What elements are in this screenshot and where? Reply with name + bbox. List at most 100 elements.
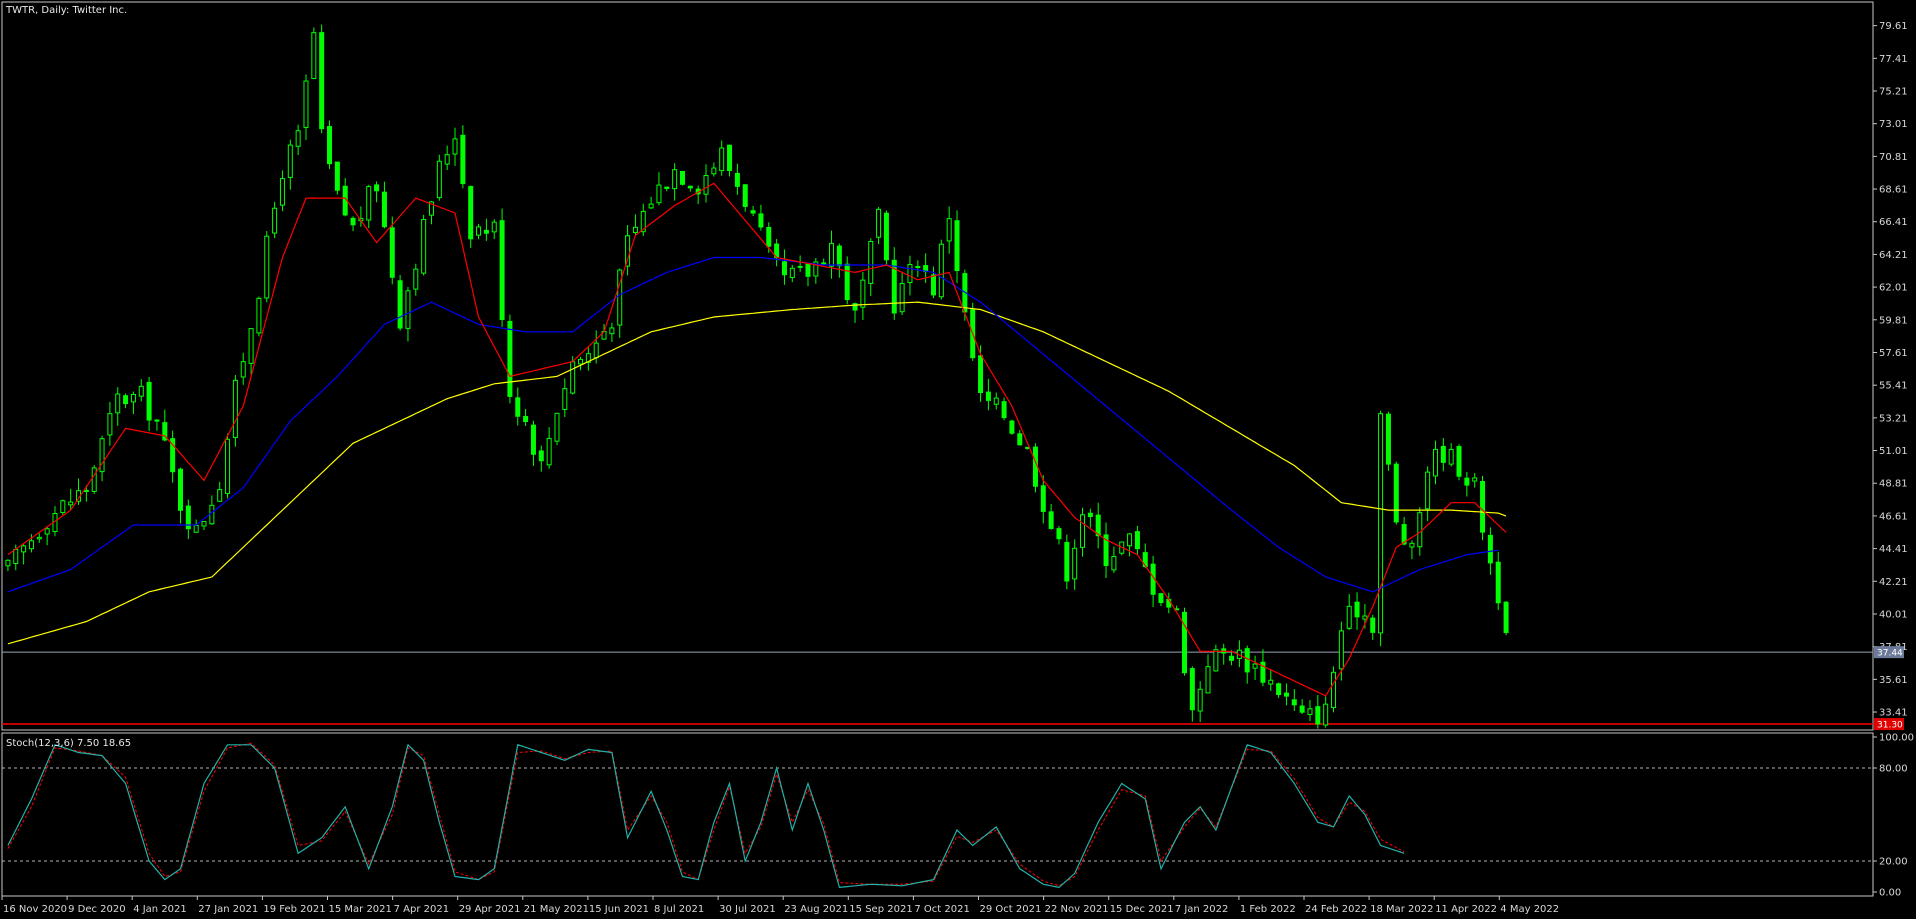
- price-chart[interactable]: 79.61 77.41 75.21 73.01 70.81 68.61 66.41 64.21…: [0, 0, 1916, 919]
- candle-body: [138, 385, 144, 397]
- candle-body: [876, 208, 882, 238]
- price-tick-label: 42.21: [1879, 577, 1908, 588]
- price-tick-label: 73.01: [1879, 119, 1908, 130]
- candle-body: [209, 504, 215, 525]
- candle-body: [193, 524, 199, 533]
- candle-body: [28, 540, 34, 550]
- candle-body: [1385, 413, 1391, 465]
- candle-body: [789, 267, 795, 279]
- candle-body: [679, 170, 685, 185]
- candle-body: [146, 381, 152, 421]
- date-tick-label: 4 May 2022: [1500, 904, 1559, 915]
- candle-body: [507, 320, 513, 397]
- candle-body: [240, 361, 246, 378]
- candle-body: [632, 226, 638, 234]
- candle-body: [672, 169, 678, 190]
- candle-body: [1448, 448, 1454, 465]
- candle-body: [1495, 561, 1501, 604]
- candle-body: [468, 186, 474, 240]
- candle-body: [687, 185, 693, 189]
- candle-body: [954, 220, 960, 272]
- date-tick-label: 7 Oct 2021: [914, 904, 969, 915]
- price-tick-label: 40.01: [1879, 609, 1908, 620]
- candle-body: [272, 207, 278, 234]
- candle-body: [1480, 481, 1486, 533]
- candle-body: [1205, 666, 1211, 694]
- candle-body: [766, 227, 772, 247]
- indicator-label: Stoch(12,3,6) 7.50 18.65: [6, 738, 131, 749]
- candle-body: [264, 235, 270, 299]
- candle-body: [1331, 671, 1337, 709]
- candle-body: [1040, 485, 1046, 512]
- candle-body: [656, 184, 662, 204]
- price-tick-label: 77.41: [1879, 54, 1908, 65]
- candle-body: [1378, 413, 1384, 634]
- candle-body: [1283, 692, 1289, 697]
- chart-background: [0, 0, 1916, 919]
- candle-body: [1158, 593, 1164, 604]
- candle-body: [83, 489, 89, 492]
- candle-body: [985, 391, 991, 401]
- date-tick-label: 15 Mar 2021: [329, 904, 392, 915]
- price-tick-label: 66.41: [1879, 217, 1908, 228]
- date-tick-label: 4 Jan 2021: [133, 904, 187, 915]
- low-level-tag: 31.30: [1877, 721, 1903, 731]
- candle-body: [1111, 556, 1117, 571]
- candle-body: [1064, 541, 1070, 582]
- candle-body: [413, 268, 419, 290]
- candle-body: [319, 32, 325, 130]
- price-tick-label: 75.21: [1879, 86, 1908, 97]
- candle-body: [836, 245, 842, 267]
- candle-body: [1197, 688, 1203, 712]
- price-tick-label: 70.81: [1879, 152, 1908, 163]
- candle-body: [1338, 630, 1344, 670]
- candle-body: [1472, 477, 1478, 482]
- candle-body: [421, 219, 427, 274]
- candle-body: [225, 438, 231, 494]
- candle-body: [719, 147, 725, 172]
- date-tick-label: 15 Dec 2021: [1110, 904, 1174, 915]
- candle-body: [452, 138, 458, 155]
- candle-body: [538, 450, 544, 462]
- candle-body: [1291, 699, 1297, 706]
- date-tick-label: 21 May 2021: [524, 904, 589, 915]
- date-tick-label: 11 Apr 2022: [1435, 904, 1497, 915]
- candle-body: [1189, 668, 1195, 711]
- candle-body: [154, 419, 160, 422]
- candle-body: [366, 186, 372, 221]
- price-tick-label: 59.81: [1879, 315, 1908, 326]
- candle-body: [327, 126, 333, 165]
- price-tick-label: 57.61: [1879, 348, 1908, 359]
- candle-body: [750, 210, 756, 214]
- price-tick-label: 35.61: [1879, 675, 1908, 686]
- candle-body: [389, 227, 395, 278]
- candle-body: [13, 548, 19, 565]
- candle-body: [978, 355, 984, 394]
- candle-body: [1017, 433, 1023, 446]
- candle-body: [217, 489, 223, 502]
- price-tick-label: 53.21: [1879, 413, 1908, 424]
- candle-body: [781, 261, 787, 276]
- candle-body: [476, 226, 482, 236]
- price-tick-label: 48.81: [1879, 479, 1908, 490]
- price-tick-label: 33.41: [1879, 708, 1908, 719]
- candle-body: [797, 265, 803, 268]
- candle-body: [648, 203, 654, 209]
- candle-body: [36, 536, 42, 540]
- date-tick-label: 23 Aug 2021: [784, 904, 848, 915]
- date-tick-label: 29 Apr 2021: [459, 904, 521, 915]
- candle-body: [1307, 708, 1313, 716]
- candle-body: [1503, 601, 1509, 633]
- candle-body: [844, 263, 850, 301]
- candle-body: [5, 559, 11, 567]
- candle-body: [350, 217, 356, 226]
- date-tick-label: 22 Nov 2021: [1045, 904, 1109, 915]
- candle-body: [1213, 649, 1219, 672]
- candle-body: [279, 178, 285, 206]
- candle-body: [130, 393, 136, 403]
- candle-body: [860, 279, 866, 308]
- candle-body: [930, 274, 936, 296]
- candle-body: [578, 358, 584, 365]
- candle-body: [1229, 655, 1235, 661]
- candle-body: [99, 438, 105, 473]
